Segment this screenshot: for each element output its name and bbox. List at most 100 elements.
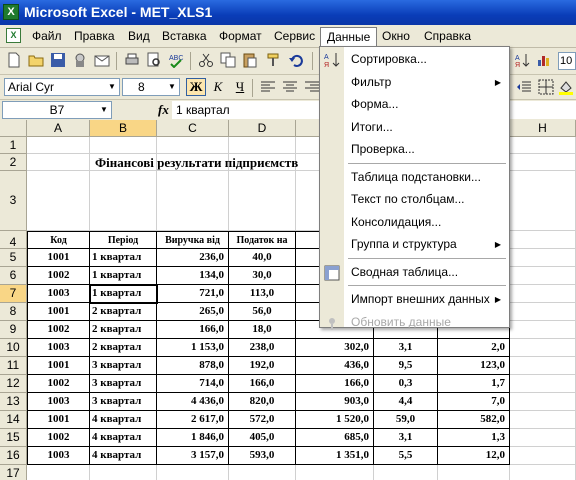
table-cell[interactable]: 721,0 [157, 285, 229, 303]
table-cell[interactable]: 1001 [27, 249, 90, 267]
row-header-6[interactable]: 6 [0, 267, 27, 285]
table-cell[interactable]: 685,0 [296, 429, 374, 447]
row-header-15[interactable]: 15 [0, 429, 27, 447]
cell[interactable] [229, 137, 296, 154]
column-header-h[interactable]: H [510, 120, 576, 137]
row-header-14[interactable]: 14 [0, 411, 27, 429]
table-cell[interactable]: 166,0 [296, 375, 374, 393]
table-cell[interactable]: 166,0 [229, 375, 296, 393]
cell[interactable] [510, 154, 576, 171]
table-cell[interactable]: 3 157,0 [157, 447, 229, 465]
table-cell[interactable]: 405,0 [229, 429, 296, 447]
table-cell[interactable]: 1003 [27, 447, 90, 465]
table-cell[interactable]: 1 квартал [90, 285, 157, 303]
cell[interactable] [510, 249, 576, 267]
cell[interactable] [510, 303, 576, 321]
borders-icon[interactable] [538, 79, 554, 95]
cell[interactable] [27, 137, 90, 154]
table-cell[interactable]: 1003 [27, 339, 90, 357]
table-cell[interactable]: 582,0 [438, 411, 510, 429]
data-menu-item[interactable]: Проверка... [320, 138, 509, 161]
table-cell[interactable]: 3,1 [374, 339, 438, 357]
chevron-down-icon[interactable]: ▼ [98, 103, 110, 117]
cell[interactable] [157, 465, 229, 480]
sort-ascending-icon[interactable]: AЯ [514, 52, 530, 68]
spelling-icon[interactable]: ABC [168, 52, 184, 68]
decrease-indent-icon[interactable] [516, 79, 532, 95]
table-cell[interactable]: 2 квартал [90, 321, 157, 339]
table-cell[interactable]: 1 153,0 [157, 339, 229, 357]
cell[interactable] [510, 375, 576, 393]
table-cell[interactable]: 4,4 [374, 393, 438, 411]
table-cell[interactable]: 123,0 [438, 357, 510, 375]
data-menu-item[interactable]: Сводная таблица... [320, 261, 509, 284]
table-cell[interactable]: 1,3 [438, 429, 510, 447]
chevron-down-icon[interactable]: ▼ [166, 80, 178, 94]
row-header-13[interactable]: 13 [0, 393, 27, 411]
align-center-icon[interactable] [282, 79, 298, 95]
row-header-10[interactable]: 10 [0, 339, 27, 357]
cell[interactable] [438, 465, 510, 480]
table-cell[interactable]: 265,0 [157, 303, 229, 321]
table-cell[interactable]: 4 квартал [90, 447, 157, 465]
paste-icon[interactable] [242, 52, 258, 68]
table-cell[interactable]: 7,0 [438, 393, 510, 411]
table-cell[interactable]: 1 351,0 [296, 447, 374, 465]
cell[interactable] [510, 357, 576, 375]
table-cell[interactable]: 1002 [27, 267, 90, 285]
table-cell[interactable]: 1,7 [438, 375, 510, 393]
menu-tools[interactable]: Сервис [268, 28, 321, 44]
column-header-b[interactable]: B [90, 120, 157, 137]
bold-button[interactable]: Ж [186, 78, 206, 96]
cell[interactable] [510, 393, 576, 411]
table-cell[interactable]: 1003 [27, 285, 90, 303]
table-cell[interactable]: 12,0 [438, 447, 510, 465]
cell[interactable] [157, 171, 229, 231]
font-size-combo[interactable]: 8 ▼ [122, 78, 180, 96]
table-cell[interactable]: 1002 [27, 429, 90, 447]
name-box[interactable]: B7 ▼ [2, 101, 112, 119]
menu-window[interactable]: Окно [376, 28, 416, 44]
table-cell[interactable]: 1 квартал [90, 267, 157, 285]
table-cell[interactable]: 3 квартал [90, 357, 157, 375]
table-cell[interactable]: 30,0 [229, 267, 296, 285]
cell[interactable] [296, 465, 374, 480]
table-cell[interactable]: 1 520,0 [296, 411, 374, 429]
table-cell[interactable]: 903,0 [296, 393, 374, 411]
table-cell[interactable]: 1 846,0 [157, 429, 229, 447]
cell[interactable] [510, 465, 576, 480]
table-cell[interactable]: 593,0 [229, 447, 296, 465]
document-icon[interactable]: X [6, 28, 21, 43]
table-header-cell[interactable]: Період [90, 231, 157, 249]
table-cell[interactable]: 302,0 [296, 339, 374, 357]
copy-icon[interactable] [220, 52, 236, 68]
table-cell[interactable]: 238,0 [229, 339, 296, 357]
data-menu-item[interactable]: Форма... [320, 93, 509, 116]
row-header-7[interactable]: 7 [0, 285, 27, 303]
cut-icon[interactable] [198, 52, 214, 68]
table-cell[interactable]: 1001 [27, 303, 90, 321]
select-all-corner[interactable] [0, 120, 27, 137]
table-cell[interactable]: 4 436,0 [157, 393, 229, 411]
table-cell[interactable]: 40,0 [229, 249, 296, 267]
table-cell[interactable]: 0,3 [374, 375, 438, 393]
align-left-icon[interactable] [260, 79, 276, 95]
table-cell[interactable]: 9,5 [374, 357, 438, 375]
table-cell[interactable]: 59,0 [374, 411, 438, 429]
column-header-a[interactable]: A [27, 120, 90, 137]
table-cell[interactable]: 436,0 [296, 357, 374, 375]
fx-icon[interactable]: fx [158, 102, 169, 118]
cell[interactable] [510, 339, 576, 357]
row-header-2[interactable]: 2 [0, 154, 27, 171]
table-header-cell[interactable]: Податок на добавлену вартість [229, 231, 296, 249]
table-cell[interactable]: 1002 [27, 375, 90, 393]
table-cell[interactable]: 134,0 [157, 267, 229, 285]
table-cell[interactable]: 3 квартал [90, 375, 157, 393]
zoom-box[interactable]: 10 [558, 52, 576, 70]
cell[interactable] [27, 154, 90, 171]
cell[interactable] [510, 137, 576, 154]
table-cell[interactable]: 192,0 [229, 357, 296, 375]
row-header-11[interactable]: 11 [0, 357, 27, 375]
table-cell[interactable]: 5,5 [374, 447, 438, 465]
row-header-4[interactable]: 4 [0, 231, 27, 249]
